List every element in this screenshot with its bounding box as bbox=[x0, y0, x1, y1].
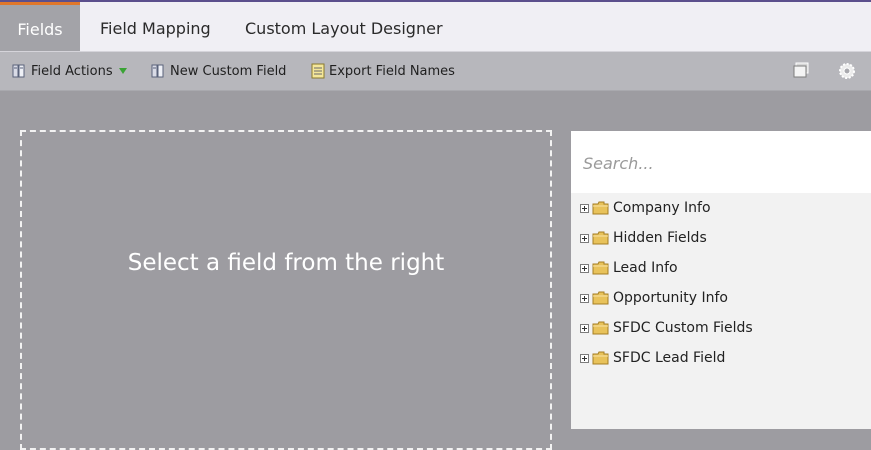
tree-item-label: Company Info bbox=[613, 200, 711, 216]
tree-item-sfdc-custom-fields[interactable]: SFDC Custom Fields bbox=[580, 318, 753, 338]
tab-fields-label: Fields bbox=[17, 20, 63, 39]
tab-field-mapping-label: Field Mapping bbox=[100, 19, 211, 38]
folder-icon bbox=[592, 351, 609, 365]
folder-icon bbox=[592, 231, 609, 245]
export-icon bbox=[311, 63, 325, 79]
tab-custom-layout-designer-label: Custom Layout Designer bbox=[245, 19, 443, 38]
expand-icon[interactable] bbox=[580, 263, 589, 273]
expand-icon[interactable] bbox=[580, 293, 589, 303]
field-actions-button[interactable]: Field Actions bbox=[12, 52, 131, 90]
toolbar: Field Actions New Custom Field Export Fi… bbox=[0, 52, 871, 91]
field-drop-zone: Select a field from the right bbox=[20, 130, 552, 450]
tree-item-label: SFDC Custom Fields bbox=[613, 320, 753, 336]
search-input[interactable] bbox=[581, 149, 865, 177]
tab-bar: Fields Field Mapping Custom Layout Desig… bbox=[0, 2, 871, 52]
export-field-names-button[interactable]: Export Field Names bbox=[310, 52, 455, 90]
expand-icon[interactable] bbox=[580, 203, 589, 213]
new-custom-field-button[interactable]: New Custom Field bbox=[151, 52, 286, 90]
tab-field-mapping[interactable]: Field Mapping bbox=[100, 2, 211, 51]
search-box bbox=[571, 131, 871, 193]
gear-icon[interactable] bbox=[838, 62, 856, 80]
dropdown-arrow-icon[interactable] bbox=[118, 66, 128, 76]
tab-fields[interactable]: Fields bbox=[0, 2, 80, 51]
folder-icon bbox=[592, 291, 609, 305]
expand-icon[interactable] bbox=[580, 323, 589, 333]
expand-icon[interactable] bbox=[580, 233, 589, 243]
folder-icon bbox=[592, 321, 609, 335]
tree-item-company-info[interactable]: Company Info bbox=[580, 198, 711, 218]
new-custom-field-icon bbox=[151, 64, 164, 78]
tree-item-label: Hidden Fields bbox=[613, 230, 707, 246]
export-field-names-label: Export Field Names bbox=[329, 63, 455, 79]
window-icon[interactable] bbox=[793, 62, 809, 78]
tab-custom-layout-designer[interactable]: Custom Layout Designer bbox=[245, 2, 443, 51]
field-tree-panel: Company Info Hidden Fields Lead Info Opp… bbox=[571, 131, 871, 429]
expand-icon[interactable] bbox=[580, 353, 589, 363]
tree-item-label: Opportunity Info bbox=[613, 290, 728, 306]
tree-item-sfdc-lead-field[interactable]: SFDC Lead Field bbox=[580, 348, 725, 368]
tree-item-opportunity-info[interactable]: Opportunity Info bbox=[580, 288, 728, 308]
tree-item-label: Lead Info bbox=[613, 260, 678, 276]
select-field-hint: Select a field from the right bbox=[127, 250, 445, 276]
tree-item-lead-info[interactable]: Lead Info bbox=[580, 258, 678, 278]
folder-icon bbox=[592, 261, 609, 275]
tree-item-hidden-fields[interactable]: Hidden Fields bbox=[580, 228, 707, 248]
new-custom-field-label: New Custom Field bbox=[170, 63, 287, 79]
field-actions-label: Field Actions bbox=[31, 63, 113, 79]
tree-item-label: SFDC Lead Field bbox=[613, 350, 726, 366]
folder-icon bbox=[592, 201, 609, 215]
field-actions-icon bbox=[12, 64, 25, 78]
